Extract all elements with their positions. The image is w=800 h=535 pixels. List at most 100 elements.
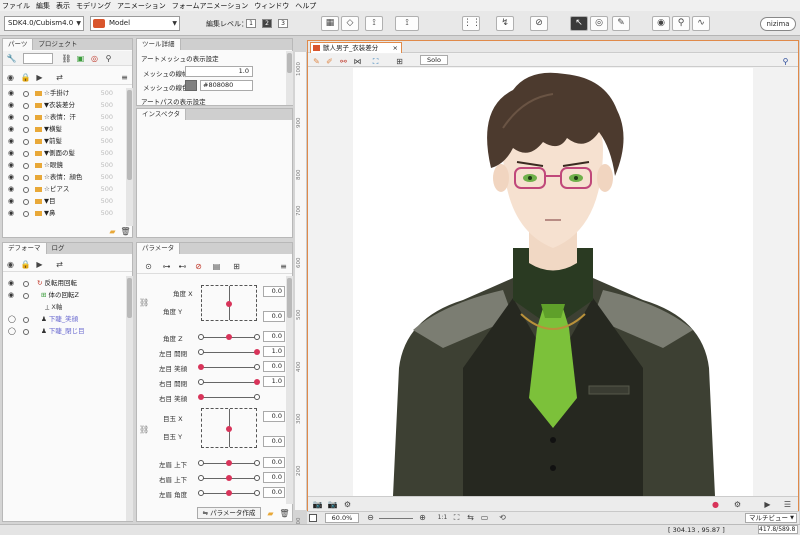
list-item[interactable]: ◯ ♟ 下睫_閉じ目	[3, 326, 127, 337]
edit-level-3-button[interactable]: 3	[278, 19, 288, 28]
mesh-color-swatch[interactable]	[185, 80, 197, 91]
param-slider[interactable]	[198, 334, 260, 340]
list-item[interactable]: ◉ ↻ 反転用回転	[3, 278, 127, 289]
deformer-scrollbar[interactable]	[126, 276, 133, 521]
eye-icon[interactable]: ◉	[8, 290, 14, 301]
eye-icon[interactable]: ◉	[8, 196, 14, 207]
menu-icon[interactable]: ≡	[119, 72, 130, 83]
param-value-input[interactable]: 0.0	[263, 487, 285, 498]
circle-toggle[interactable]	[23, 281, 29, 287]
play-circle-icon[interactable]: ▶	[34, 72, 45, 83]
grid-icon[interactable]: ⊞	[394, 56, 405, 67]
eye-icon[interactable]: ◉	[8, 88, 14, 99]
list-item[interactable]: ◉ ☆ピアス 500	[3, 184, 127, 195]
pen-icon[interactable]: ✎	[311, 56, 322, 67]
list-item[interactable]: ◉ ☆手掛け 500	[3, 88, 127, 99]
green-square-icon[interactable]: ▣	[75, 53, 86, 64]
circle-toggle[interactable]	[23, 187, 29, 193]
circle-toggle[interactable]	[23, 103, 29, 109]
param-value-input[interactable]: 0.0	[263, 286, 285, 297]
scroll-thumb[interactable]	[127, 278, 132, 318]
tab-deformer[interactable]: デフォーマ	[3, 243, 47, 254]
circle-toggle[interactable]	[23, 175, 29, 181]
parameter-scrollbar[interactable]	[286, 276, 293, 504]
view-select[interactable]: マルチビュー ▼	[745, 513, 797, 523]
keyform-button[interactable]: ⋮⋮	[462, 16, 481, 31]
list-item[interactable]: ◉ ▼目 500	[3, 196, 127, 207]
param-value-input[interactable]: 0.0	[263, 472, 285, 483]
target-icon[interactable]: ◎	[89, 53, 100, 64]
slider-knob[interactable]	[226, 334, 232, 340]
param-value-input[interactable]: 1.0	[263, 376, 285, 387]
list-icon[interactable]: ☰	[782, 499, 793, 510]
table-icon[interactable]: ▤	[211, 261, 222, 272]
document-tab[interactable]: 獣人男子_衣装差分 ×	[310, 42, 402, 53]
eye-icon[interactable]: ◉	[8, 208, 14, 219]
gear-icon[interactable]: ⚙	[732, 499, 743, 510]
mesh-edit-button[interactable]: ◇	[341, 16, 359, 31]
tab-parameter[interactable]: パラメータ	[137, 243, 181, 254]
checkbox[interactable]	[309, 514, 317, 522]
inverse-button-2[interactable]: ⊘	[530, 16, 548, 31]
close-icon[interactable]: ×	[393, 43, 398, 53]
deform-icon[interactable]: ⚯	[338, 56, 349, 67]
wrench-icon[interactable]: 🔧	[6, 53, 17, 64]
circle-toggle[interactable]	[23, 211, 29, 217]
zoom-input[interactable]: 60.0%	[325, 513, 359, 523]
sdk-select[interactable]: SDK4.0/Cubism4.0 ▼	[4, 16, 84, 31]
trash-icon[interactable]: 🗑	[279, 508, 290, 519]
param-slider[interactable]	[198, 460, 260, 466]
solo-button[interactable]: Solo	[420, 55, 448, 65]
param-slider[interactable]	[198, 364, 260, 370]
camera-settings-icon[interactable]: 📷	[327, 499, 338, 510]
screen-icon[interactable]: ▭	[479, 512, 490, 523]
tab-project[interactable]: プロジェクト	[33, 39, 82, 50]
camera-icon[interactable]: 📷	[312, 499, 323, 510]
eye-icon[interactable]: ◉	[8, 112, 14, 123]
mirror-icon[interactable]: ⟲	[497, 512, 508, 523]
list-item[interactable]: ◉ ☆表情：汗 500	[3, 112, 127, 123]
parts-search-input[interactable]	[23, 53, 53, 64]
pin-icon[interactable]: ⚲	[780, 56, 791, 67]
camera-preview-icon[interactable]: ⚙	[342, 499, 353, 510]
menu-form-animation[interactable]: フォームアニメーション	[172, 1, 249, 11]
slider-knob[interactable]	[254, 349, 260, 355]
scroll-thumb[interactable]	[127, 90, 132, 180]
eye-icon[interactable]: ◉	[5, 259, 16, 270]
circle-toggle[interactable]	[23, 139, 29, 145]
circle-toggle[interactable]	[23, 199, 29, 205]
list-item[interactable]: ◉ ⊞ 体の回転Z	[3, 290, 127, 301]
zoom-in-icon[interactable]: ⊕	[417, 512, 428, 523]
eye-icon[interactable]: ◯	[8, 326, 16, 337]
play-icon[interactable]: ▶	[762, 499, 773, 510]
circle-toggle[interactable]	[23, 115, 29, 121]
tab-parts[interactable]: パーツ	[3, 39, 34, 50]
eye-icon[interactable]: ◉	[8, 184, 14, 195]
list-item[interactable]: ⟂ X軸	[3, 302, 127, 313]
arrow-tool-button[interactable]: ↖	[570, 16, 588, 31]
eye-icon[interactable]: ◉	[8, 100, 14, 111]
deform-path-button[interactable]: ⟟	[365, 16, 383, 31]
slider-knob[interactable]	[226, 475, 232, 481]
eye-icon[interactable]: ◉	[8, 148, 14, 159]
new-folder-icon[interactable]: ▰	[265, 508, 276, 519]
auto-mesh-button[interactable]: ⟟	[395, 16, 419, 31]
circle-toggle[interactable]	[23, 329, 29, 335]
tab-tool-detail[interactable]: ツール詳細	[137, 39, 181, 50]
key-split-icon[interactable]: ⊷	[177, 261, 188, 272]
list-item[interactable]: ◉ ▼衣装差分 500	[3, 100, 127, 111]
play-circle-icon[interactable]: ▶	[34, 259, 45, 270]
glue-button[interactable]: ↯	[496, 16, 514, 31]
key-delete-icon[interactable]: ⊘	[193, 261, 204, 272]
lock-icon[interactable]: 🔒	[20, 72, 31, 83]
expand-circle-icon[interactable]: ⊙	[143, 261, 154, 272]
swap-icon[interactable]: ⇄	[54, 72, 65, 83]
fit-view-icon[interactable]: ⛶	[370, 56, 381, 67]
circle-toggle[interactable]	[23, 317, 29, 323]
menu-modeling[interactable]: モデリング	[76, 1, 111, 11]
circle-toggle[interactable]	[23, 163, 29, 169]
menu-file[interactable]: ファイル	[2, 1, 30, 11]
grid-icon[interactable]: ⊞	[231, 261, 242, 272]
lock-icon[interactable]: 🔒	[20, 259, 31, 270]
mesh-color-input[interactable]: #808080	[200, 80, 253, 91]
